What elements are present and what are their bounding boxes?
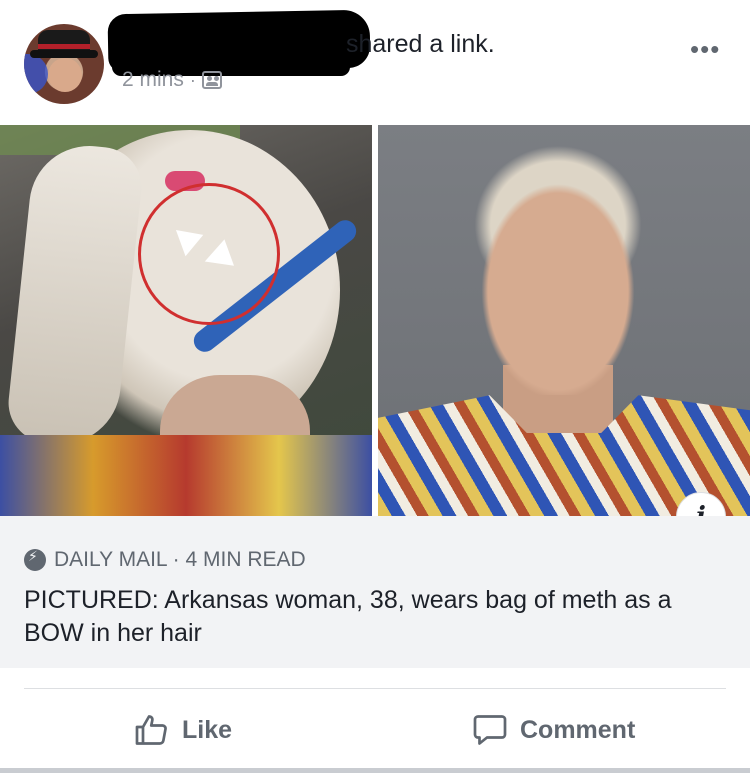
instant-article-bolt-icon xyxy=(24,548,46,571)
photo-mugshot xyxy=(378,125,750,516)
like-button[interactable]: Like xyxy=(134,708,232,752)
avatar-hat-band xyxy=(38,44,90,49)
post-actions: Like Comment xyxy=(0,668,750,768)
more-options-icon[interactable]: ••• xyxy=(690,34,720,65)
group-audience-icon xyxy=(201,71,222,89)
thumbs-up-icon xyxy=(135,715,167,745)
link-source: DAILY MAIL · 4 MIN READ xyxy=(24,548,306,572)
avatar-background xyxy=(24,54,48,94)
photo-mugshot-face xyxy=(468,165,648,395)
post-header: shared a link. 2 mins · ••• xyxy=(0,0,750,120)
meta-separator: · xyxy=(189,69,196,90)
link-headline[interactable]: PICTURED: Arkansas woman, 38, wears bag … xyxy=(24,584,732,650)
comment-label: Comment xyxy=(520,715,636,744)
avatar[interactable] xyxy=(24,24,104,104)
comment-bubble-icon xyxy=(473,715,507,745)
link-source-text: DAILY MAIL · 4 MIN READ xyxy=(54,548,306,571)
comment-button[interactable]: Comment xyxy=(472,708,635,752)
avatar-hat xyxy=(30,30,98,58)
photo-hair-bow xyxy=(0,125,372,516)
photo-shirt xyxy=(0,435,372,516)
post-meta: 2 mins · xyxy=(122,68,222,92)
post-time[interactable]: 2 mins xyxy=(122,68,184,92)
link-image[interactable] xyxy=(0,125,750,516)
feed-separator xyxy=(0,768,750,773)
link-preview[interactable]: DAILY MAIL · 4 MIN READ PICTURED: Arkans… xyxy=(0,516,750,669)
shared-link-text: shared a link. xyxy=(346,30,495,58)
avatar-face xyxy=(48,58,82,92)
actions-divider xyxy=(24,688,726,689)
annotation-circle xyxy=(138,183,280,325)
like-label: Like xyxy=(182,715,233,744)
